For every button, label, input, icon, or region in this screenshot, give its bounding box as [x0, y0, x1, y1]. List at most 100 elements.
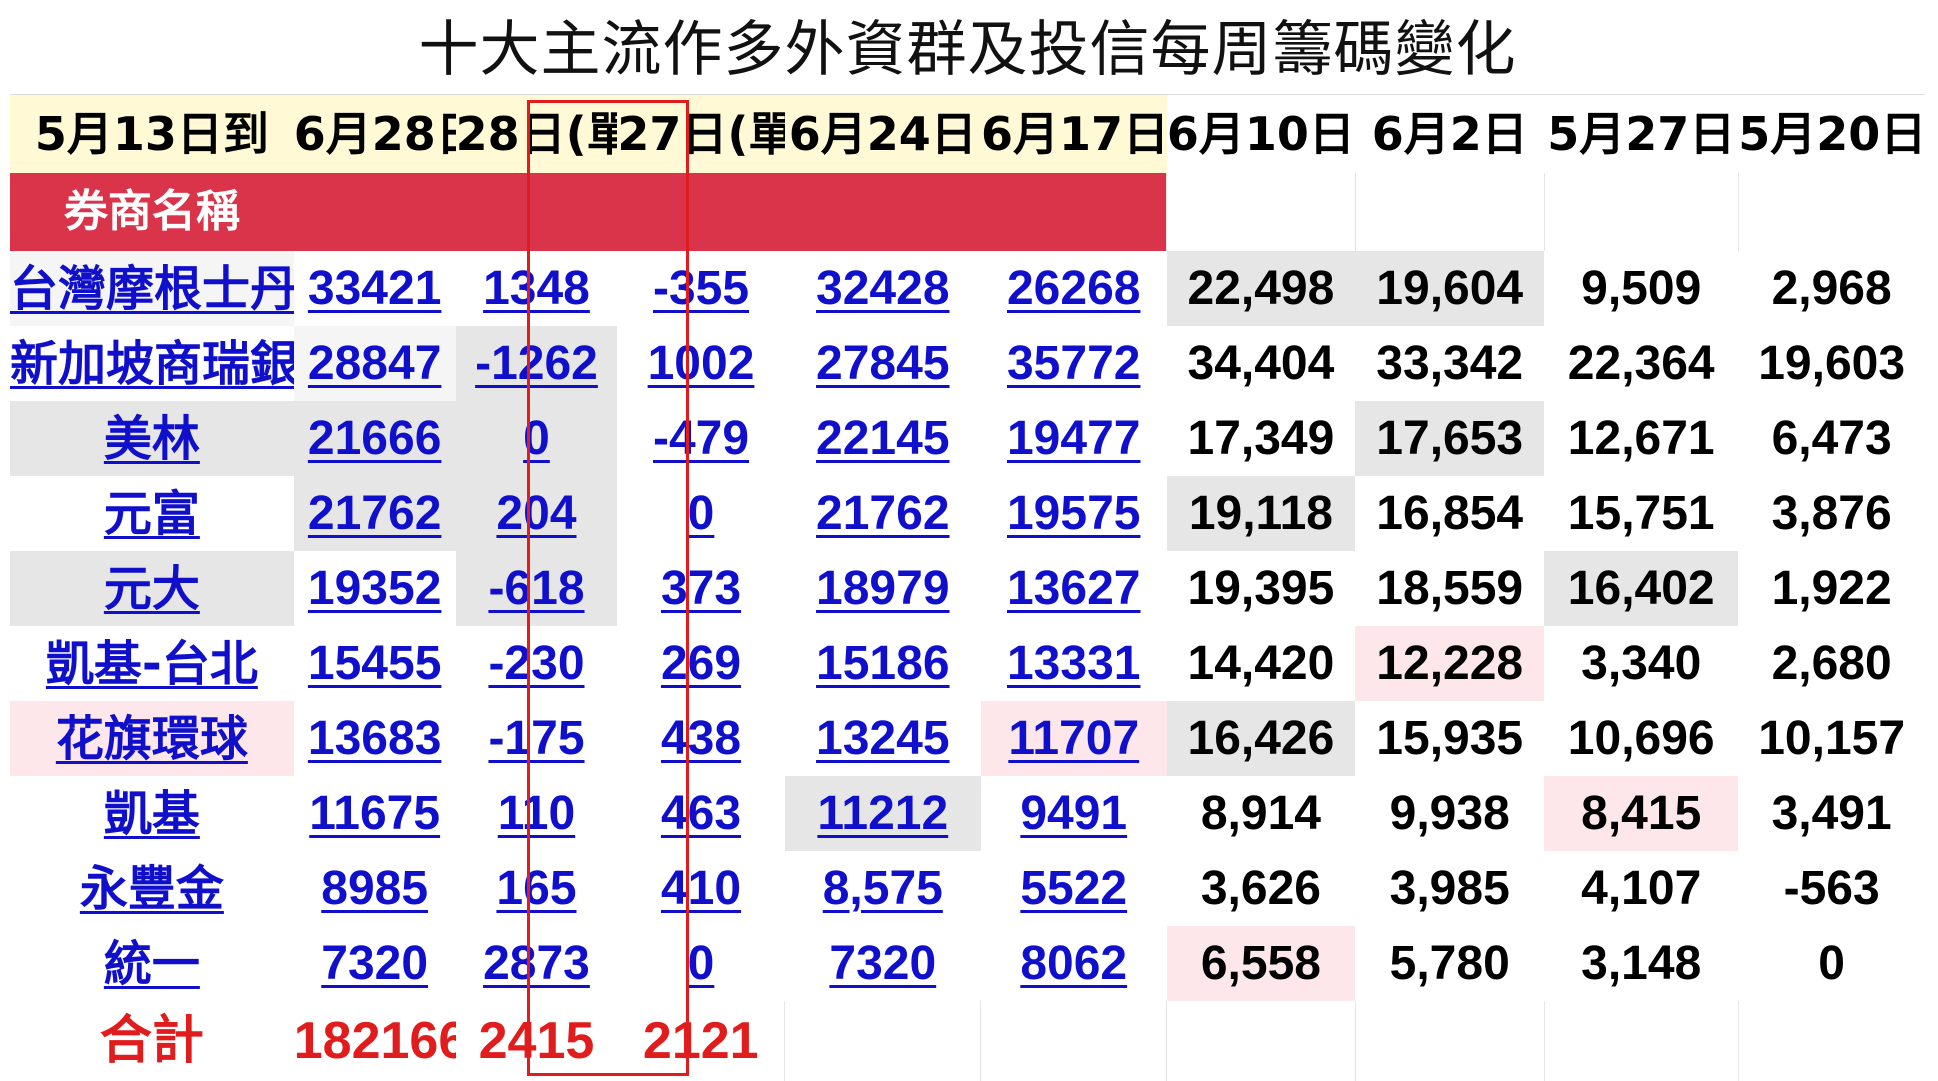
header-band-cell — [455, 173, 618, 251]
total-label: 合計 — [99, 1011, 204, 1071]
value-link[interactable]: 11212 — [784, 776, 981, 851]
broker-name-link[interactable]: 永豐金 — [10, 851, 294, 926]
value-link[interactable]: 1002 — [617, 326, 785, 401]
spreadsheet-image: 十大主流作多外資群及投信每周籌碼變化 5月13日到 6月28日 28日(單) 2… — [0, 0, 1938, 1081]
value-cell: 14,420 — [1166, 626, 1356, 701]
value-link[interactable]: 0 — [617, 476, 785, 551]
value-cell: 3,985 — [1355, 851, 1545, 926]
table-row: 元大 19352 -618 373 18979 13627 19,395 18,… — [10, 551, 1925, 626]
value-link[interactable]: 15455 — [293, 626, 456, 701]
value-link[interactable]: -230 — [455, 626, 618, 701]
value-cell: 1,922 — [1738, 551, 1925, 626]
value-cell: 16,402 — [1544, 551, 1739, 626]
value-link[interactable]: 21762 — [293, 476, 456, 551]
total-row: 合計 182166 2415 2121 — [10, 1001, 1925, 1081]
broker-name-link[interactable]: 美林 — [10, 401, 294, 476]
value-link[interactable]: 5522 — [980, 851, 1167, 926]
value-cell: 3,876 — [1738, 476, 1925, 551]
broker-name-link[interactable]: 元大 — [10, 551, 294, 626]
value-link[interactable]: 7320 — [293, 926, 456, 1001]
header-band-cell — [784, 173, 981, 251]
value-link[interactable]: 2873 — [455, 926, 618, 1001]
value-link[interactable]: 463 — [617, 776, 785, 851]
value-cell: 12,228 — [1355, 626, 1545, 701]
empty-cell — [1737, 173, 1925, 251]
value-link[interactable]: 13331 — [980, 626, 1167, 701]
value-link[interactable]: 28847 — [293, 326, 456, 401]
broker-name-link[interactable]: 花旗環球 — [10, 701, 294, 776]
column-header: 6月2日 — [1355, 95, 1545, 173]
value-link[interactable]: 21762 — [784, 476, 981, 551]
value-link[interactable]: 438 — [617, 701, 785, 776]
value-link[interactable]: 19352 — [293, 551, 456, 626]
value-link[interactable]: 0 — [455, 401, 618, 476]
value-link[interactable]: 8,575 — [784, 851, 981, 926]
empty-cell — [1166, 173, 1356, 251]
value-link[interactable]: 7320 — [784, 926, 981, 1001]
value-link[interactable]: 8062 — [980, 926, 1167, 1001]
empty-cell — [1737, 1001, 1925, 1081]
value-link[interactable]: 35772 — [980, 326, 1167, 401]
value-link[interactable]: 204 — [455, 476, 618, 551]
value-link[interactable]: -175 — [455, 701, 618, 776]
value-cell: 10,157 — [1738, 701, 1925, 776]
value-cell: 6,558 — [1166, 926, 1356, 1001]
value-link[interactable]: 13683 — [293, 701, 456, 776]
value-cell: 19,395 — [1166, 551, 1356, 626]
value-link[interactable]: 0 — [617, 926, 785, 1001]
value-link[interactable]: 165 — [455, 851, 618, 926]
value-link[interactable]: 373 — [617, 551, 785, 626]
broker-name-link[interactable]: 新加坡商瑞銀 — [10, 326, 294, 401]
value-link[interactable]: 110 — [455, 776, 618, 851]
value-link[interactable]: 19477 — [980, 401, 1167, 476]
value-link[interactable]: -355 — [617, 251, 785, 326]
table-row: 花旗環球 13683 -175 438 13245 11707 16,426 1… — [10, 701, 1925, 776]
value-link[interactable]: 11675 — [293, 776, 456, 851]
empty-cell — [980, 1001, 1167, 1081]
broker-name-link[interactable]: 台灣摩根士丹利 — [10, 251, 294, 326]
value-link[interactable]: 21666 — [293, 401, 456, 476]
value-cell: 22,364 — [1544, 326, 1739, 401]
column-header: 6月24日 — [784, 95, 981, 173]
column-header: 28日(單) — [455, 95, 618, 173]
value-cell: 18,559 — [1355, 551, 1545, 626]
value-cell: 33,342 — [1355, 326, 1545, 401]
header-band-cell — [980, 173, 1167, 251]
broker-name-link[interactable]: 統一 — [10, 926, 294, 1001]
value-link[interactable]: 27845 — [784, 326, 981, 401]
value-cell: 17,653 — [1355, 401, 1545, 476]
empty-cell — [1166, 1001, 1356, 1081]
value-link[interactable]: 15186 — [784, 626, 981, 701]
value-link[interactable]: 1348 — [455, 251, 618, 326]
column-header: 5月20日 — [1738, 95, 1925, 173]
value-cell: 22,498 — [1166, 251, 1356, 326]
broker-name-link[interactable]: 凱基 — [10, 776, 294, 851]
value-link[interactable]: -479 — [617, 401, 785, 476]
table-row: 美林 21666 0 -479 22145 19477 17,349 17,65… — [10, 401, 1925, 476]
table-row: 凱基 11675 110 463 11212 9491 8,914 9,938 … — [10, 776, 1925, 851]
broker-name-link[interactable]: 元富 — [10, 476, 294, 551]
value-link[interactable]: 19575 — [980, 476, 1167, 551]
header-band-cell — [617, 173, 785, 251]
value-link[interactable]: 9491 — [980, 776, 1167, 851]
empty-cell — [1543, 173, 1739, 251]
value-link[interactable]: 269 — [617, 626, 785, 701]
total-value: 182166 — [293, 1012, 456, 1070]
value-cell: 3,340 — [1544, 626, 1739, 701]
value-link[interactable]: 18979 — [784, 551, 981, 626]
value-link[interactable]: 22145 — [784, 401, 981, 476]
value-cell: 17,349 — [1166, 401, 1356, 476]
column-header: 6月17日 — [980, 95, 1167, 173]
value-link[interactable]: 26268 — [980, 251, 1167, 326]
broker-name-link[interactable]: 凱基-台北 — [10, 626, 294, 701]
value-link[interactable]: 13627 — [980, 551, 1167, 626]
value-link[interactable]: -618 — [455, 551, 618, 626]
value-link[interactable]: 8985 — [293, 851, 456, 926]
value-link[interactable]: 410 — [617, 851, 785, 926]
value-link[interactable]: 32428 — [784, 251, 981, 326]
value-link[interactable]: 11707 — [980, 701, 1167, 776]
value-link[interactable]: -1262 — [455, 326, 618, 401]
value-link[interactable]: 33421 — [293, 251, 456, 326]
value-cell: 6,473 — [1738, 401, 1925, 476]
value-link[interactable]: 13245 — [784, 701, 981, 776]
